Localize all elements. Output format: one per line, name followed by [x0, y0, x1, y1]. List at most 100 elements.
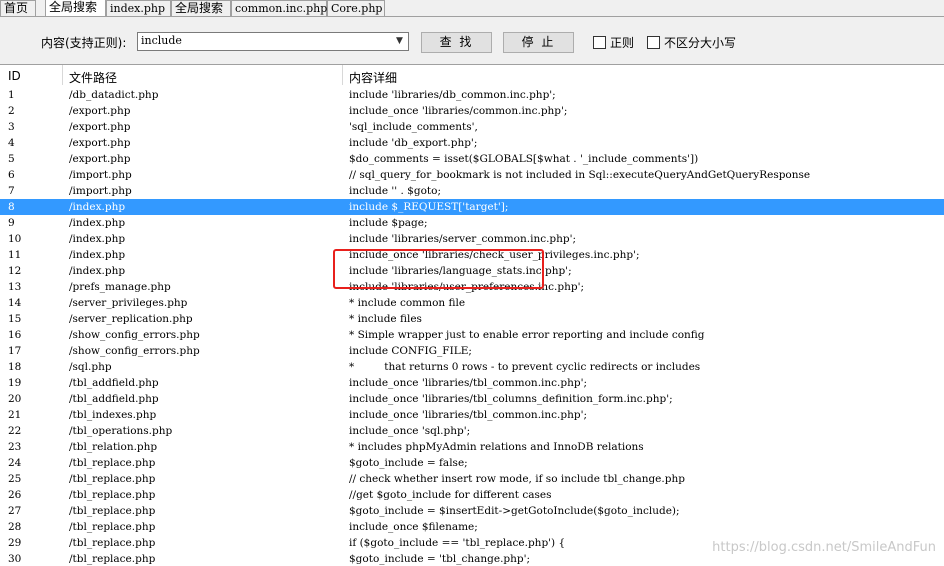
row-id: 23 [8, 441, 22, 453]
row-path: /index.php [69, 265, 126, 277]
checkbox-icon[interactable] [647, 36, 660, 49]
column-header-path[interactable]: 文件路径 [69, 69, 117, 86]
table-row[interactable]: 13/prefs_manage.php include 'libraries/us… [0, 279, 944, 295]
table-row[interactable]: 3/export.php 'sql_include_comments', [0, 119, 944, 135]
table-row[interactable]: 19/tbl_addfield.php include_once 'librari… [0, 375, 944, 391]
search-input[interactable]: include [141, 34, 182, 47]
find-button[interactable]: 查 找 [421, 32, 492, 53]
row-id: 22 [8, 425, 22, 437]
row-path: /index.php [69, 233, 126, 245]
table-row[interactable]: 18/sql.php * that returns 0 rows - to pre… [0, 359, 944, 375]
row-id: 7 [8, 185, 15, 197]
tab-global-search-2[interactable]: 全局搜索 [171, 0, 231, 16]
table-row[interactable]: 22/tbl_operations.php include_once 'sql.p… [0, 423, 944, 439]
row-path: /sql.php [69, 361, 112, 373]
row-id: 14 [8, 297, 22, 309]
table-row[interactable]: 21/tbl_indexes.php include_once 'librarie… [0, 407, 944, 423]
regex-label: 正则 [610, 36, 635, 50]
row-path: /index.php [69, 249, 126, 261]
row-id: 24 [8, 457, 22, 469]
table-row[interactable]: 25/tbl_replace.php // check whether inser… [0, 471, 944, 487]
row-id: 16 [8, 329, 22, 341]
row-path: /tbl_replace.php [69, 505, 156, 517]
table-row[interactable]: 15/server_replication.php * include files [0, 311, 944, 327]
table-row[interactable]: 23/tbl_relation.php * includes phpMyAdmin… [0, 439, 944, 455]
table-body: 1/db_datadict.php include 'libraries/db_c… [0, 87, 944, 566]
row-id: 27 [8, 505, 22, 517]
column-header-detail[interactable]: 内容详细 [349, 69, 397, 86]
table-row[interactable]: 26/tbl_replace.php //get $goto_include fo… [0, 487, 944, 503]
regex-checkbox[interactable]: 正则 [593, 36, 634, 50]
row-detail: include 'libraries/server_common.inc.php… [349, 233, 577, 245]
tab-home[interactable]: 首页 [0, 0, 36, 16]
row-detail: // check whether insert row mode, if so … [349, 473, 685, 485]
table-row[interactable]: 16/show_config_errors.php * Simple wrappe… [0, 327, 944, 343]
row-id: 19 [8, 377, 22, 389]
tab-core-php[interactable]: Core.php [327, 0, 385, 16]
tab-common-inc-php[interactable]: common.inc.php [231, 0, 327, 16]
table-row[interactable]: 12/index.php include 'libraries/language_… [0, 263, 944, 279]
row-path: /index.php [69, 201, 126, 213]
row-detail: include_once 'libraries/check_user_privi… [349, 249, 640, 261]
row-path: /export.php [69, 153, 131, 165]
column-divider[interactable] [62, 65, 63, 85]
table-row[interactable]: 17/show_config_errors.php include CONFIG_… [0, 343, 944, 359]
row-id: 25 [8, 473, 22, 485]
table-row[interactable]: 10/index.php include 'libraries/server_co… [0, 231, 944, 247]
row-id: 13 [8, 281, 22, 293]
table-row[interactable]: 2/export.php include_once 'libraries/comm… [0, 103, 944, 119]
row-path: /tbl_relation.php [69, 441, 158, 453]
table-row[interactable]: 1/db_datadict.php include 'libraries/db_c… [0, 87, 944, 103]
table-row[interactable]: 8/index.php include $_REQUEST['target']; [0, 199, 944, 215]
row-detail: 'sql_include_comments', [349, 121, 478, 133]
table-row[interactable]: 5/export.php $do_comments = isset($GLOBAL… [0, 151, 944, 167]
watermark: https://blog.csdn.net/SmileAndFun [712, 540, 936, 555]
tab-index-php[interactable]: index.php [106, 0, 171, 16]
row-detail: include_once 'sql.php'; [349, 425, 471, 437]
row-id: 8 [8, 201, 15, 213]
table-row[interactable]: 24/tbl_replace.php $goto_include = false; [0, 455, 944, 471]
table-row[interactable]: 28/tbl_replace.php include_once $filename… [0, 519, 944, 535]
row-detail: include_once $filename; [349, 521, 478, 533]
row-path: /export.php [69, 105, 131, 117]
row-detail: // sql_query_for_bookmark is not include… [349, 169, 811, 181]
row-detail: $goto_include = $insertEdit->getGotoIncl… [349, 505, 680, 517]
table-row[interactable]: 9/index.php include $page; [0, 215, 944, 231]
row-detail: include CONFIG_FILE; [349, 345, 472, 357]
column-divider[interactable] [342, 65, 343, 85]
ignore-case-checkbox[interactable]: 不区分大小写 [647, 36, 736, 50]
row-path: /tbl_replace.php [69, 553, 156, 565]
row-id: 10 [8, 233, 22, 245]
table-row[interactable]: 6/import.php // sql_query_for_bookmark is… [0, 167, 944, 183]
search-label: 内容(支持正则): [41, 36, 127, 50]
row-detail: include '' . $goto; [349, 185, 441, 197]
row-path: /prefs_manage.php [69, 281, 171, 293]
row-detail: include 'libraries/language_stats.inc.ph… [349, 265, 572, 277]
row-detail: include 'libraries/db_common.inc.php'; [349, 89, 556, 101]
row-detail: * Simple wrapper just to enable error re… [349, 329, 705, 341]
row-path: /server_privileges.php [69, 297, 188, 309]
search-combobox[interactable]: include ▼ [137, 32, 409, 51]
tab-global-search[interactable]: 全局搜索 [45, 0, 106, 16]
row-id: 2 [8, 105, 15, 117]
row-detail: $goto_include = false; [349, 457, 468, 469]
row-path: /import.php [69, 169, 132, 181]
table-row[interactable]: 20/tbl_addfield.php include_once 'librari… [0, 391, 944, 407]
row-path: /db_datadict.php [69, 89, 159, 101]
row-path: /server_replication.php [69, 313, 193, 325]
row-path: /tbl_replace.php [69, 521, 156, 533]
row-detail: * that returns 0 rows - to prevent cycli… [349, 361, 701, 373]
ignore-case-label: 不区分大小写 [664, 36, 737, 50]
table-row[interactable]: 4/export.php include 'db_export.php'; [0, 135, 944, 151]
stop-button[interactable]: 停 止 [503, 32, 574, 53]
table-row[interactable]: 27/tbl_replace.php $goto_include = $inser… [0, 503, 944, 519]
column-header-id[interactable]: ID [8, 69, 21, 83]
row-id: 15 [8, 313, 22, 325]
table-row[interactable]: 11/index.php include_once 'libraries/chec… [0, 247, 944, 263]
table-row[interactable]: 14/server_privileges.php * include common… [0, 295, 944, 311]
row-id: 1 [8, 89, 15, 101]
chevron-down-icon[interactable]: ▼ [392, 34, 407, 49]
table-row[interactable]: 7/import.php include '' . $goto; [0, 183, 944, 199]
results-table: ID 文件路径 内容详细 1/db_datadict.phpinclude 'l… [0, 64, 944, 566]
checkbox-icon[interactable] [593, 36, 606, 49]
